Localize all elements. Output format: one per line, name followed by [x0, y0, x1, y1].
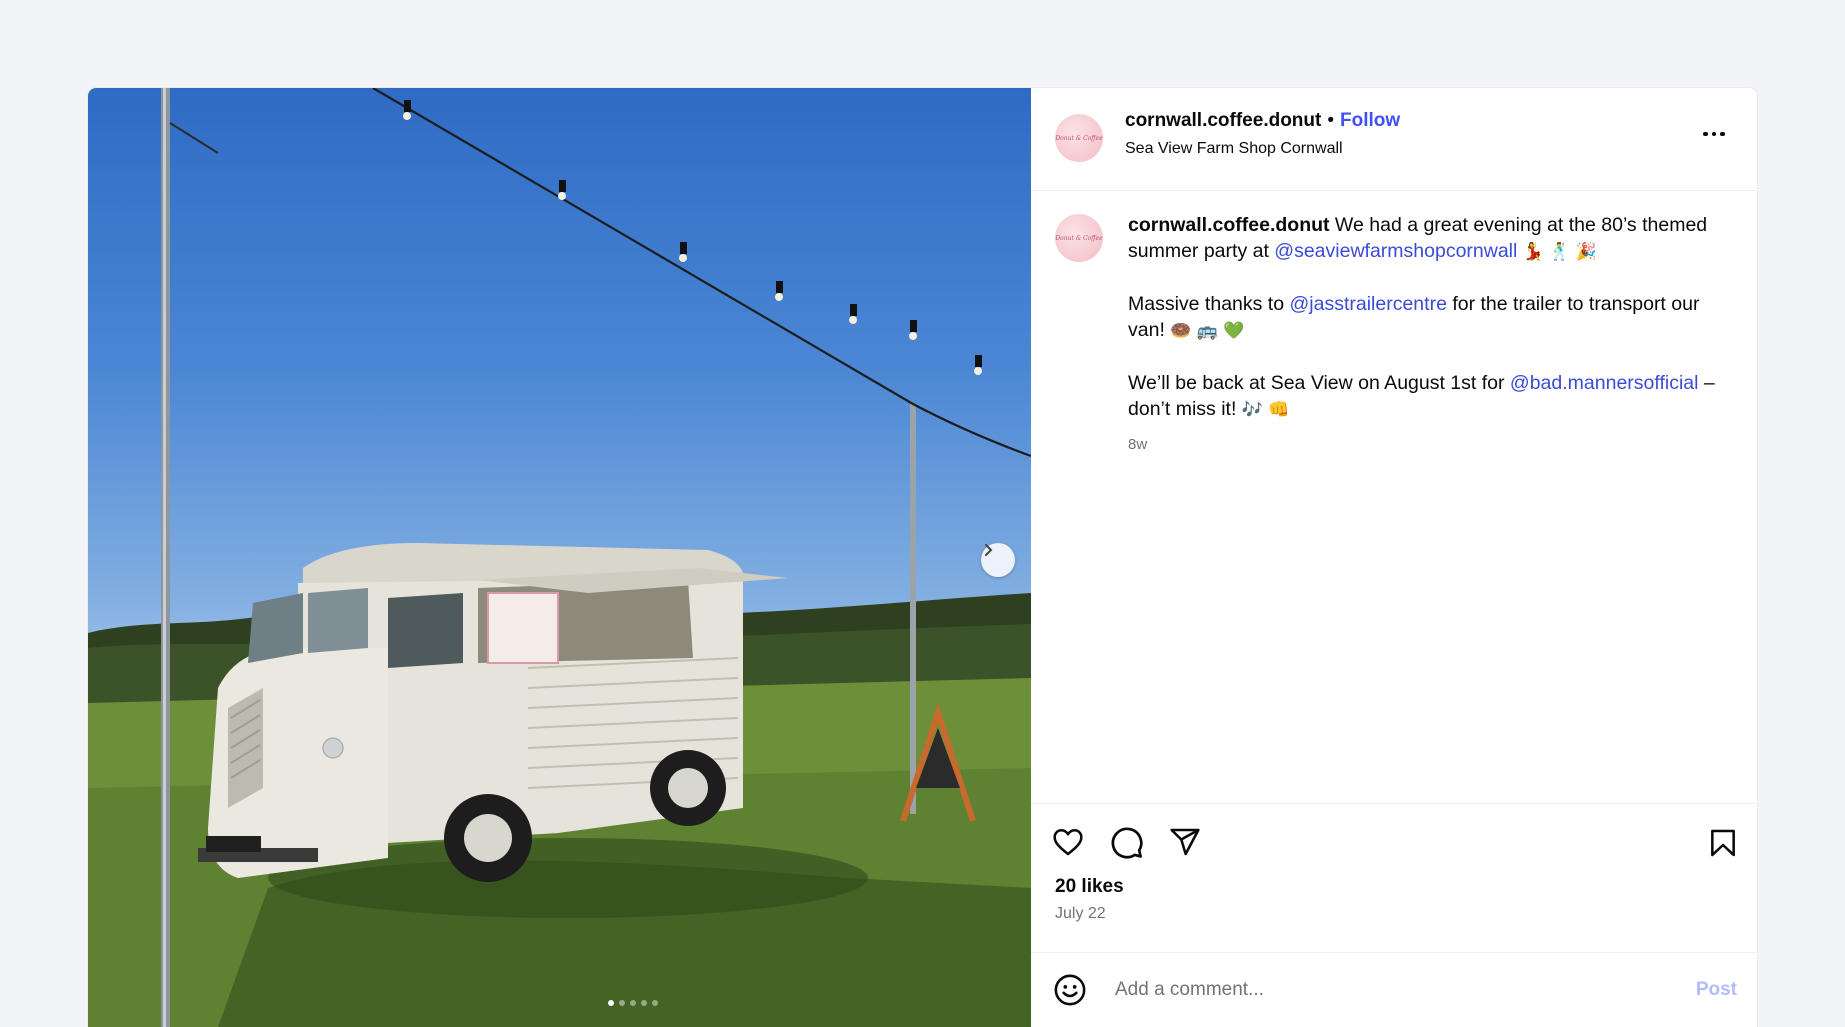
- photo-illustration: [88, 88, 1031, 1027]
- more-options-button[interactable]: [1699, 124, 1729, 144]
- mention-link[interactable]: @seaviewfarmshopcornwall: [1274, 240, 1517, 262]
- likes-count[interactable]: 20 likes: [1055, 876, 1124, 898]
- chevron-right-icon: [985, 544, 993, 556]
- smiley-icon[interactable]: [1053, 973, 1087, 1007]
- caption-time[interactable]: 8w: [1128, 436, 1147, 453]
- mention-link[interactable]: @jasstrailercentre: [1289, 293, 1446, 315]
- caption-text-2: Massive thanks to: [1128, 293, 1290, 315]
- caption-text-3: We’ll be back at Sea View on August 1st …: [1128, 372, 1510, 394]
- caption-emoji-3: 🎶 👊: [1241, 400, 1290, 420]
- comment-input[interactable]: [1113, 975, 1657, 1005]
- caption-avatar-text: Donut & Coffee: [1055, 234, 1103, 242]
- post-comment-button[interactable]: Post: [1696, 979, 1737, 1001]
- location-link[interactable]: Sea View Farm Shop Cornwall: [1125, 140, 1343, 158]
- next-slide-button[interactable]: [981, 543, 1015, 577]
- caption-paragraph-2: Massive thanks to @jasstrailercentre for…: [1128, 291, 1718, 344]
- caption-paragraph-1: cornwall.coffee.donut We had a great eve…: [1128, 212, 1718, 265]
- caption-avatar[interactable]: Donut & Coffee: [1055, 214, 1103, 262]
- send-icon[interactable]: [1168, 826, 1202, 858]
- carousel-dot: [641, 1000, 647, 1006]
- post-photo[interactable]: [88, 88, 1031, 1027]
- post-details-panel: Donut & Coffee cornwall.coffee.donut • Fol…: [1031, 88, 1757, 1027]
- caption-paragraph-3: We’ll be back at Sea View on August 1st …: [1128, 370, 1718, 423]
- bookmark-icon[interactable]: [1707, 826, 1739, 860]
- mention-link[interactable]: @bad.mannersofficial: [1510, 372, 1699, 394]
- separator-dot: •: [1327, 110, 1335, 131]
- post-card: Donut & Coffee cornwall.coffee.donut • Fol…: [88, 88, 1757, 1027]
- action-bar: 20 likes July 22: [1031, 803, 1757, 952]
- caption-emoji-2: 🍩 🚌 💚: [1170, 321, 1245, 341]
- comment-bar: Post: [1031, 952, 1757, 1027]
- heart-icon[interactable]: [1051, 826, 1085, 858]
- post-date[interactable]: July 22: [1055, 905, 1106, 923]
- avatar-text: Donut & Coffee: [1055, 134, 1103, 142]
- header-title-row: cornwall.coffee.donut • Follow: [1125, 110, 1400, 132]
- caption-username[interactable]: cornwall.coffee.donut: [1128, 214, 1330, 236]
- post-caption: cornwall.coffee.donut We had a great eve…: [1128, 212, 1718, 449]
- caption-emoji-1: 💃 🕺 🎉: [1517, 242, 1598, 262]
- carousel-dot: [652, 1000, 658, 1006]
- follow-button[interactable]: Follow: [1340, 110, 1400, 131]
- comment-icon[interactable]: [1110, 826, 1144, 860]
- carousel-dot: [630, 1000, 636, 1006]
- carousel-dot: [608, 1000, 614, 1006]
- more-dot: [1711, 131, 1717, 137]
- carousel-dot: [619, 1000, 625, 1006]
- carousel-indicator: [608, 1000, 658, 1006]
- more-horizontal-icon: [1703, 131, 1708, 137]
- more-dot: [1720, 131, 1725, 137]
- post-header: Donut & Coffee cornwall.coffee.donut • Fol…: [1031, 88, 1757, 191]
- avatar[interactable]: Donut & Coffee: [1055, 114, 1103, 162]
- username-link[interactable]: cornwall.coffee.donut: [1125, 110, 1321, 131]
